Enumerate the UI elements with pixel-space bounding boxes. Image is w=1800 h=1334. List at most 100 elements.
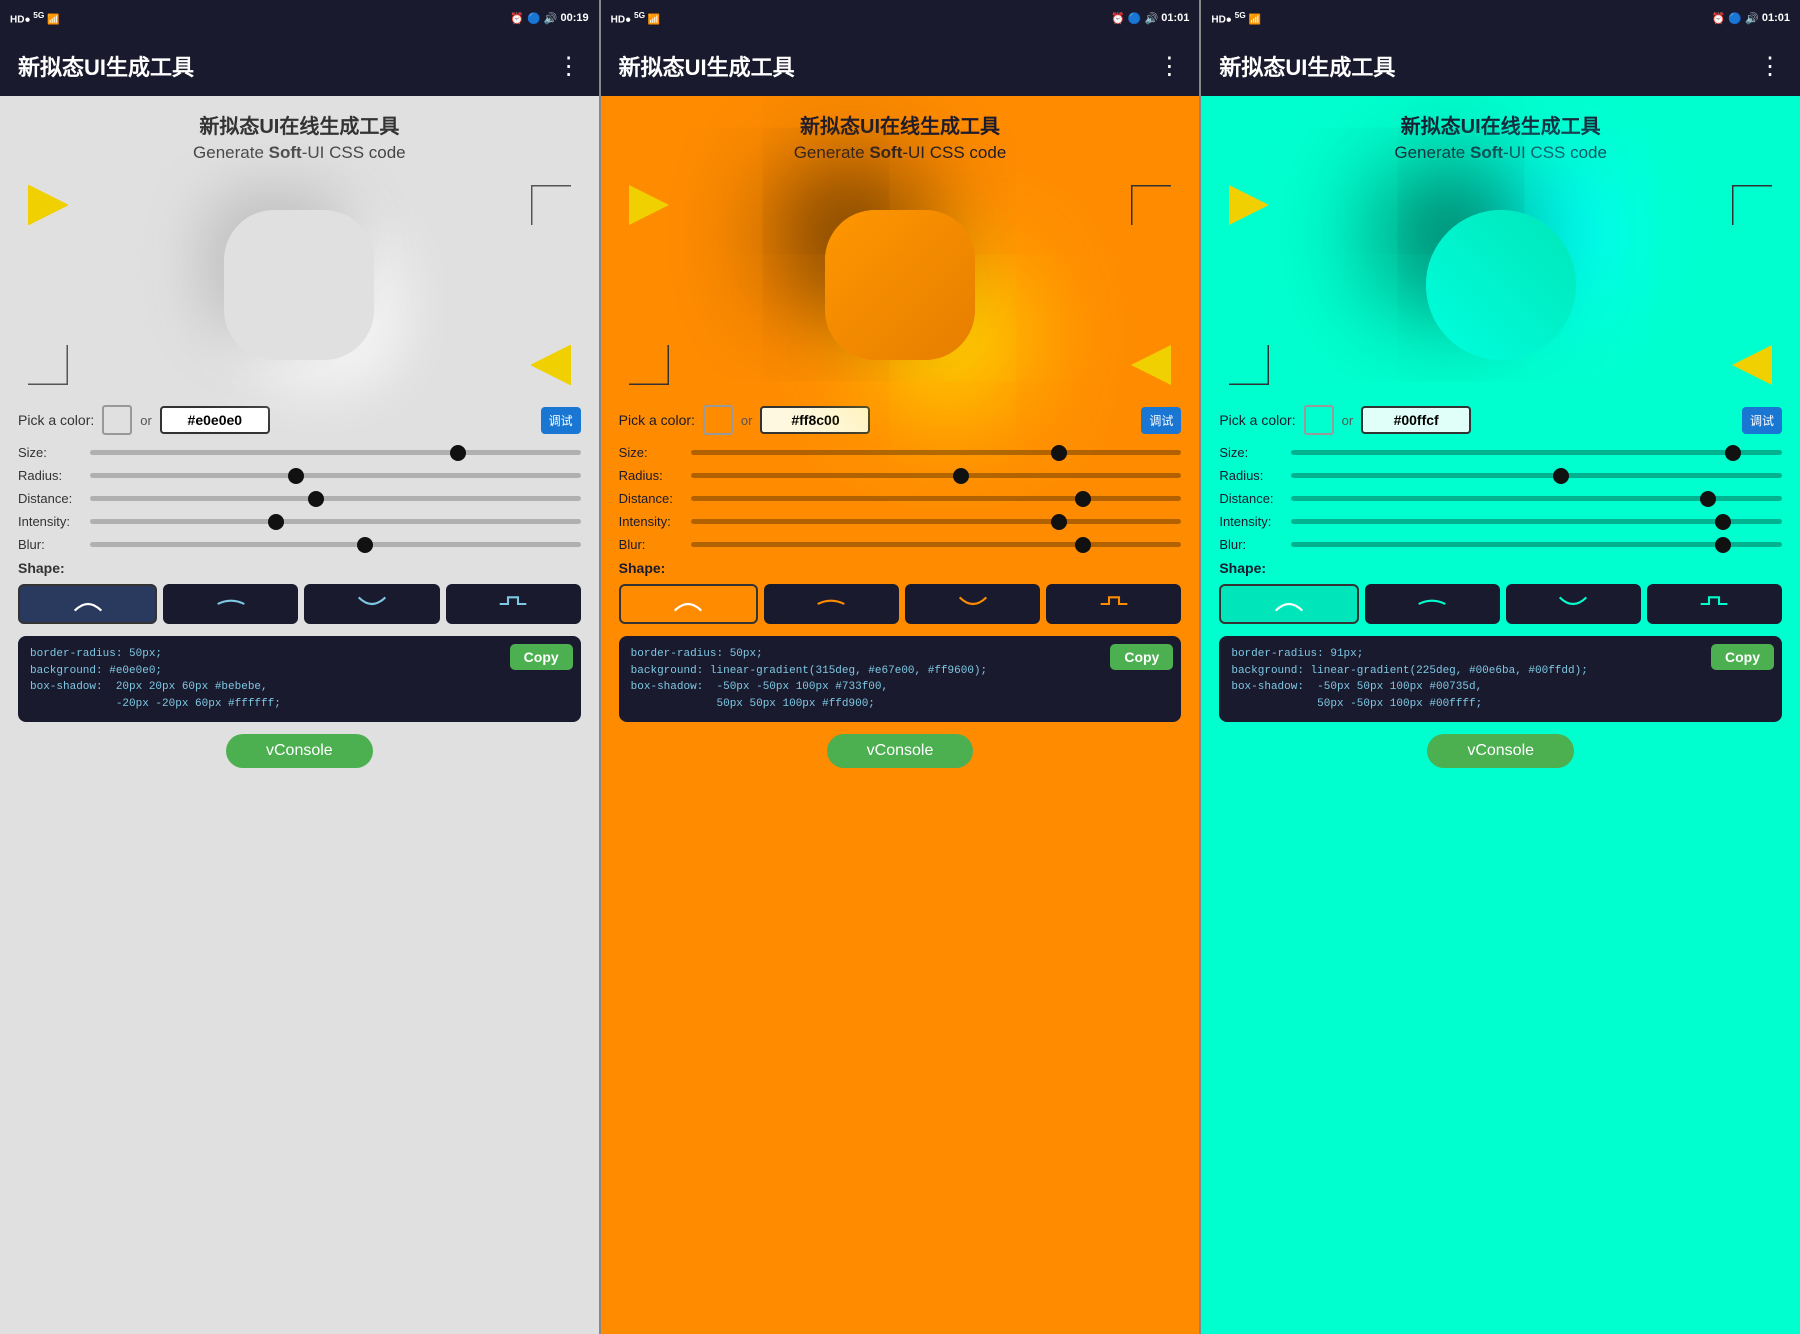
slider-track[interactable] xyxy=(1291,542,1782,547)
corner-decoration-tr xyxy=(531,185,571,225)
status-battery-icon: ⏰ 🔵 🔊 xyxy=(510,12,557,25)
color-swatch[interactable] xyxy=(1304,405,1334,435)
slider-row-radius: Radius: xyxy=(619,468,1182,483)
menu-icon[interactable]: ⋮ xyxy=(1758,52,1782,81)
slider-label: Intensity: xyxy=(619,514,691,529)
css-code-text: border-radius: 91px; background: linear-… xyxy=(1231,646,1770,712)
menu-icon[interactable]: ⋮ xyxy=(1157,52,1181,81)
slider-row-intensity: Intensity: xyxy=(18,514,581,529)
css-code-block: border-radius: 50px; background: linear-… xyxy=(619,636,1182,722)
slider-thumb[interactable] xyxy=(308,491,324,507)
preview-area xyxy=(18,175,581,395)
vconsole-button[interactable]: vConsole xyxy=(1427,734,1574,768)
vconsole-row: vConsole xyxy=(18,734,581,768)
status-bar: HD● 5G 📶 ⏰ 🔵 🔊 01:01 xyxy=(601,0,1200,36)
app-title: 新拟态UI生成工具 xyxy=(18,50,194,82)
copy-button[interactable]: Copy xyxy=(510,644,573,670)
color-hex-input[interactable] xyxy=(1361,406,1471,434)
slider-track[interactable] xyxy=(691,519,1182,524)
slider-row-size: Size: xyxy=(18,445,581,460)
status-right: ⏰ 🔵 🔊 01:01 xyxy=(1111,12,1189,25)
shape-button-pressed[interactable] xyxy=(1046,584,1181,624)
translate-button[interactable]: 调试 xyxy=(1141,407,1181,434)
slider-thumb[interactable] xyxy=(450,445,466,461)
slider-thumb[interactable] xyxy=(1553,468,1569,484)
heading-chinese: 新拟态UI在线生成工具 xyxy=(1219,110,1782,139)
vconsole-button[interactable]: vConsole xyxy=(827,734,974,768)
shape-button-concave[interactable] xyxy=(619,584,758,624)
status-time: 00:19 xyxy=(561,12,589,24)
shape-button-convex[interactable] xyxy=(1506,584,1641,624)
translate-button[interactable]: 调试 xyxy=(1742,407,1782,434)
phone-content: 新拟态UI在线生成工具Generate Soft-UI CSS codePick… xyxy=(1201,96,1800,1334)
shape-button-flat[interactable] xyxy=(163,584,298,624)
slider-track[interactable] xyxy=(691,450,1182,455)
shape-button-concave[interactable] xyxy=(18,584,157,624)
slider-thumb[interactable] xyxy=(1051,514,1067,530)
slider-track[interactable] xyxy=(90,542,581,547)
slider-track[interactable] xyxy=(691,496,1182,501)
slider-track[interactable] xyxy=(1291,496,1782,501)
corner-decoration-tr xyxy=(1131,185,1171,225)
translate-button[interactable]: 调试 xyxy=(541,407,581,434)
slider-track[interactable] xyxy=(90,519,581,524)
css-code-block: border-radius: 50px; background: #e0e0e0… xyxy=(18,636,581,722)
slider-thumb[interactable] xyxy=(953,468,969,484)
corner-decoration-br xyxy=(1131,345,1171,385)
shape-button-pressed[interactable] xyxy=(1647,584,1782,624)
color-swatch[interactable] xyxy=(703,405,733,435)
copy-button[interactable]: Copy xyxy=(1711,644,1774,670)
slider-thumb[interactable] xyxy=(1075,491,1091,507)
slider-track[interactable] xyxy=(1291,450,1782,455)
corner-decoration-bl xyxy=(1229,345,1269,385)
slider-row-intensity: Intensity: xyxy=(1219,514,1782,529)
color-picker-row: Pick a color:or调试 xyxy=(619,405,1182,435)
neumorphic-preview-box xyxy=(825,210,975,360)
slider-track[interactable] xyxy=(1291,519,1782,524)
color-picker-row: Pick a color:or调试 xyxy=(18,405,581,435)
shape-button-flat[interactable] xyxy=(764,584,899,624)
slider-track[interactable] xyxy=(691,542,1182,547)
copy-button[interactable]: Copy xyxy=(1110,644,1173,670)
slider-row-intensity: Intensity: xyxy=(619,514,1182,529)
status-right: ⏰ 🔵 🔊 01:01 xyxy=(1712,12,1790,25)
shape-button-convex[interactable] xyxy=(905,584,1040,624)
slider-track[interactable] xyxy=(1291,473,1782,478)
shape-button-convex[interactable] xyxy=(304,584,439,624)
slider-row-radius: Radius: xyxy=(1219,468,1782,483)
color-hex-input[interactable] xyxy=(160,406,270,434)
menu-icon[interactable]: ⋮ xyxy=(557,52,581,81)
slider-label: Distance: xyxy=(619,491,691,506)
slider-track[interactable] xyxy=(90,496,581,501)
status-battery-icon: ⏰ 🔵 🔊 xyxy=(1111,12,1158,25)
neumorphic-preview-box xyxy=(224,210,374,360)
shape-button-concave[interactable] xyxy=(1219,584,1358,624)
slider-thumb[interactable] xyxy=(1075,537,1091,553)
color-swatch[interactable] xyxy=(102,405,132,435)
slider-thumb[interactable] xyxy=(1700,491,1716,507)
slider-thumb[interactable] xyxy=(1725,445,1741,461)
heading-english: Generate Soft-UI CSS code xyxy=(18,143,581,163)
shape-button-flat[interactable] xyxy=(1365,584,1500,624)
slider-track[interactable] xyxy=(90,450,581,455)
slider-thumb[interactable] xyxy=(1051,445,1067,461)
slider-row-blur: Blur: xyxy=(619,537,1182,552)
status-bar: HD● 5G 📶 ⏰ 🔵 🔊 00:19 xyxy=(0,0,599,36)
shape-button-pressed[interactable] xyxy=(446,584,581,624)
slider-label: Size: xyxy=(619,445,691,460)
slider-thumb[interactable] xyxy=(357,537,373,553)
phone-content: 新拟态UI在线生成工具Generate Soft-UI CSS codePick… xyxy=(601,96,1200,1334)
status-icons: HD● 5G 📶 xyxy=(611,10,661,25)
slider-track[interactable] xyxy=(90,473,581,478)
slider-thumb[interactable] xyxy=(268,514,284,530)
slider-thumb[interactable] xyxy=(288,468,304,484)
slider-thumb[interactable] xyxy=(1715,537,1731,553)
color-label: Pick a color: xyxy=(1219,412,1295,428)
slider-track[interactable] xyxy=(691,473,1182,478)
slider-thumb[interactable] xyxy=(1715,514,1731,530)
css-code-text: border-radius: 50px; background: #e0e0e0… xyxy=(30,646,569,712)
shape-section-label: Shape: xyxy=(18,560,581,576)
vconsole-button[interactable]: vConsole xyxy=(226,734,373,768)
color-hex-input[interactable] xyxy=(760,406,870,434)
status-time: 01:01 xyxy=(1762,12,1790,24)
